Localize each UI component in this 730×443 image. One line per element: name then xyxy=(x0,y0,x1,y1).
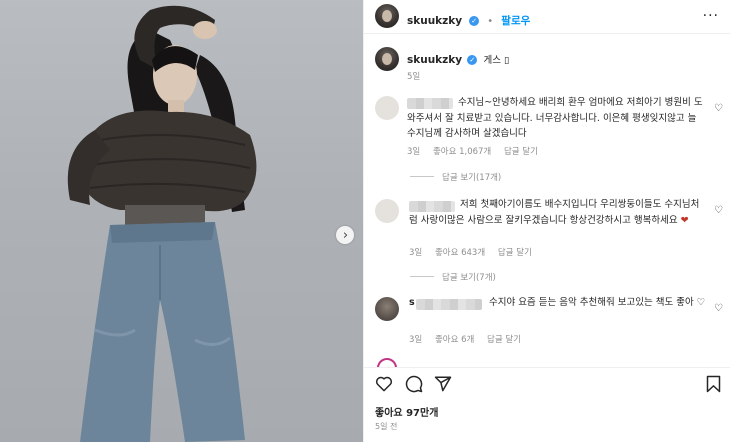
carousel-next-button[interactable]: › xyxy=(336,226,354,244)
comment-meta: 3일 좋아요 643개 답글 달기 xyxy=(409,246,542,258)
follow-button[interactable]: 팔로우 xyxy=(501,15,530,27)
heart-outline-icon[interactable]: ♡ xyxy=(714,205,723,216)
comment-meta: 3일 좋아요 6개 답글 달기 xyxy=(409,333,531,345)
separator-dot: • xyxy=(487,16,494,27)
model-illustration xyxy=(67,5,257,442)
comment-likes[interactable]: 좋아요 6개 xyxy=(435,335,474,345)
comment-avatar[interactable] xyxy=(375,96,399,120)
comment-avatar[interactable] xyxy=(375,199,399,223)
post-panel: skuukzky ✓ • 팔로우 ··· skuukzky ✓ 게스 ▯ 5일 … xyxy=(363,0,730,442)
paper-plane-icon[interactable] xyxy=(434,375,452,397)
comment-likes[interactable]: 좋아요 643개 xyxy=(435,248,485,258)
avatar[interactable] xyxy=(375,4,399,28)
post-username[interactable]: skuukzky xyxy=(407,15,462,27)
caption: skuukzky ✓ 게스 ▯ xyxy=(407,52,509,66)
caption-time: 5일 xyxy=(407,72,421,82)
next-comment-avatar xyxy=(377,358,397,367)
post-photo[interactable]: › xyxy=(0,0,363,442)
reply-button[interactable]: 답글 달기 xyxy=(487,335,521,345)
view-replies-button[interactable]: 답글 보기(17개) xyxy=(410,171,501,183)
heart-emoji: ♡ xyxy=(696,297,706,308)
heart-emoji: ❤ xyxy=(680,214,689,226)
bookmark-icon[interactable] xyxy=(706,375,721,397)
view-replies-button[interactable]: 답글 보기(7개) xyxy=(410,271,496,283)
chevron-right-icon: › xyxy=(342,227,349,243)
heart-outline-icon[interactable]: ♡ xyxy=(714,103,723,114)
comment-text: 수지님~안녕하세요 배리희 환우 엄마에요 저희아기 병원비 도와주셔서 잘 치… xyxy=(407,97,703,139)
comment-time: 3일 xyxy=(407,147,421,157)
post-time: 5일 전 xyxy=(375,422,398,431)
comment-time: 3일 xyxy=(409,248,423,258)
caption-text: 게스 ▯ xyxy=(483,55,510,66)
comment-text: 저희 첫째아기이름도 배수지입니다 우리쌍둥이들도 수지님처럼 사랑이많은 사람… xyxy=(409,199,700,226)
comment-avatar[interactable] xyxy=(375,297,399,321)
verified-badge-icon: ✓ xyxy=(469,16,480,26)
likes-count[interactable]: 좋아요 97만개 xyxy=(375,404,438,419)
caption-avatar[interactable] xyxy=(375,47,399,71)
action-bar: 좋아요 97만개 5일 전 xyxy=(364,367,730,443)
verified-badge-icon: ✓ xyxy=(467,55,478,65)
reply-button[interactable]: 답글 달기 xyxy=(504,147,538,157)
comment-text: 수지야 요즘 듣는 음악 추천해줘 보고있는 책도 좋아 ♡ xyxy=(489,297,706,308)
post-header: skuukzky ✓ • 팔로우 ··· xyxy=(364,0,730,34)
reply-button[interactable]: 답글 달기 xyxy=(498,248,532,258)
more-horizontal-icon[interactable]: ··· xyxy=(703,8,719,24)
heart-outline-icon[interactable] xyxy=(375,375,393,396)
comment-meta: 3일 좋아요 1,067개 답글 달기 xyxy=(407,145,548,157)
heart-outline-icon[interactable]: ♡ xyxy=(714,303,723,314)
comment-time: 3일 xyxy=(409,335,423,345)
comment-bubble-icon[interactable] xyxy=(405,375,423,397)
comment-likes[interactable]: 좋아요 1,067개 xyxy=(433,147,491,157)
caption-username[interactable]: skuukzky xyxy=(407,54,462,66)
